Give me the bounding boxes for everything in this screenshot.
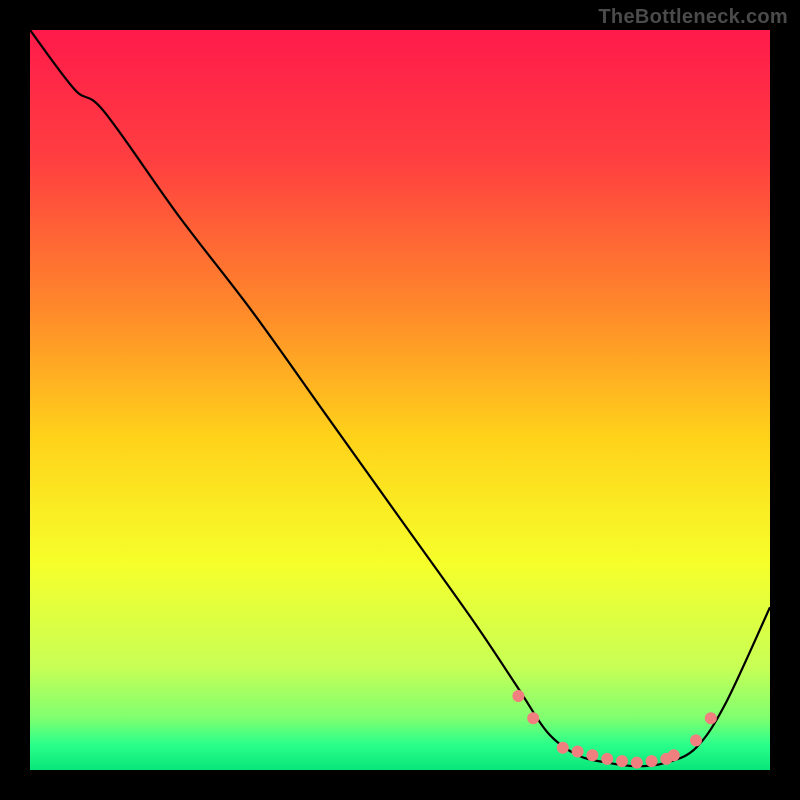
watermark-text: TheBottleneck.com (598, 6, 788, 29)
marker-point (527, 712, 539, 724)
marker-point (668, 749, 680, 761)
marker-point (586, 749, 598, 761)
marker-point (601, 753, 613, 765)
marker-point (557, 742, 569, 754)
marker-point (631, 757, 643, 769)
marker-point (705, 712, 717, 724)
gradient-background (30, 30, 770, 770)
chart-frame: TheBottleneck.com (0, 0, 800, 800)
bottleneck-chart (30, 30, 770, 770)
marker-point (512, 690, 524, 702)
plot-area (30, 30, 770, 770)
marker-point (690, 734, 702, 746)
marker-point (616, 755, 628, 767)
marker-point (572, 746, 584, 758)
marker-point (646, 755, 658, 767)
